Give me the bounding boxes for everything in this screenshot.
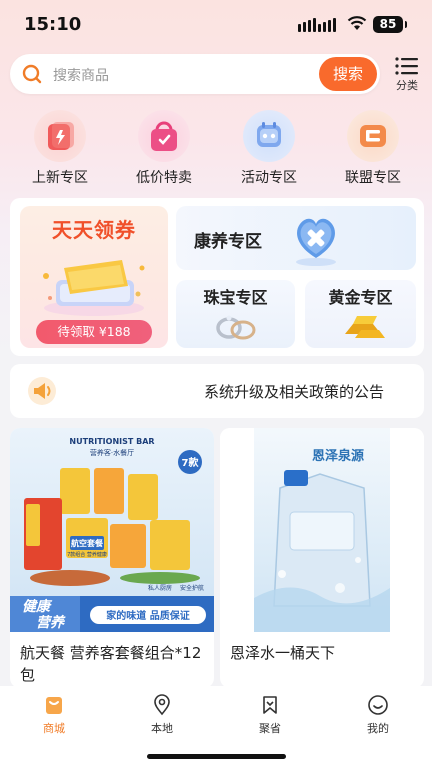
signal-icon [298,18,336,32]
search-icon [22,64,42,84]
svg-text:安全护航: 安全护航 [180,584,204,592]
svg-text:7款: 7款 [182,456,200,469]
shopping-bag-icon [138,110,190,162]
tab-save[interactable]: 聚省 [240,694,300,736]
health-cross-heart-icon [296,218,336,266]
svg-text:航空套餐: 航空套餐 [71,538,104,548]
smile-face-icon [368,695,388,715]
jewelry-zone[interactable]: 珠宝专区 [176,280,295,348]
new-arrival-bag-icon [34,110,86,162]
health-zone-label: 康养专区 [194,232,262,252]
product-name: 航天餐 营养客套餐组合*12包 [20,644,202,684]
product-card[interactable]: NUTRITIONIST BAR 营养客·水餐厅 7款 航空套餐 7款组合 营养… [10,428,214,688]
quick-nav-low-price[interactable]: 低价特卖 [114,110,214,187]
wifi-icon [347,16,367,30]
location-pin-icon [154,694,170,716]
product-image-meal-set[interactable]: NUTRITIONIST BAR 营养客·水餐厅 7款 航空套餐 7款组合 营养… [10,428,214,632]
daily-coupon-banner[interactable]: 天天领券 待领取 ¥188 [20,206,168,348]
svg-text:营养: 营养 [36,614,66,631]
quick-nav-alliance[interactable]: 联盟专区 [323,110,423,187]
alliance-icon [347,110,399,162]
gold-bar-icon [345,316,385,338]
product-image-water-bucket[interactable]: 恩泽泉源 [220,428,424,632]
quick-nav: 上新专区 低价特卖 活动专区 联盟专区 [0,110,432,188]
jewelry-zone-label: 珠宝专区 [203,288,268,307]
battery-icon: 85 [373,16,407,33]
status-time: 15:10 [24,14,82,35]
product-card[interactable]: 恩泽泉源 恩泽水一桶天下 [220,428,424,688]
bookmark-icon [263,696,277,714]
svg-text:营养客·水餐厅: 营养客·水餐厅 [90,448,134,457]
home-indicator[interactable] [147,754,286,759]
menu-list-icon [395,57,418,75]
svg-text:私人厨房: 私人厨房 [148,584,172,592]
svg-text:健康: 健康 [22,598,53,615]
health-zone[interactable]: 康养专区 [176,206,416,270]
status-bar: 15:10 85 [0,0,432,50]
tab-shop[interactable]: 商城 [24,694,84,736]
notice-text: 系统升级及相关政策的公告 [204,383,385,401]
search-input[interactable]: 搜索商品 [53,65,109,85]
shop-bag-icon [46,697,62,714]
svg-text:恩泽泉源: 恩泽泉源 [312,448,364,464]
search-bar[interactable]: 搜索商品 搜索 [10,54,380,94]
tab-mine[interactable]: 我的 [348,694,408,736]
svg-text:家的味道 品质保证: 家的味道 品质保证 [106,609,189,622]
quick-nav-activity[interactable]: 活动专区 [219,110,319,187]
promo-card: 天天领券 待领取 ¥188 康养专区 珠宝专区 黄金专区 [10,198,424,356]
gold-zone-label: 黄金专区 [328,288,393,307]
category-label: 分类 [396,79,418,92]
coupon-title: 天天领券 [52,218,136,242]
ring-icon [216,315,256,340]
category-button[interactable]: 分类 [390,56,424,96]
product-name: 恩泽水一桶天下 [230,644,336,662]
coupon-pending-badge[interactable]: 待领取 ¥188 [36,320,152,344]
gold-zone[interactable]: 黄金专区 [305,280,416,348]
megaphone-icon [28,377,56,405]
activity-calendar-icon [243,110,295,162]
svg-text:NUTRITIONIST BAR: NUTRITIONIST BAR [69,437,154,446]
svg-text:7款组合 营养健康: 7款组合 营养健康 [67,551,107,558]
notice-bar[interactable]: 系统升级及相关政策的公告 [10,364,424,418]
coupon-gift-icon [43,260,145,316]
search-button[interactable]: 搜索 [319,57,377,91]
tab-local[interactable]: 本地 [132,694,192,736]
quick-nav-new-arrivals[interactable]: 上新专区 [10,110,110,187]
